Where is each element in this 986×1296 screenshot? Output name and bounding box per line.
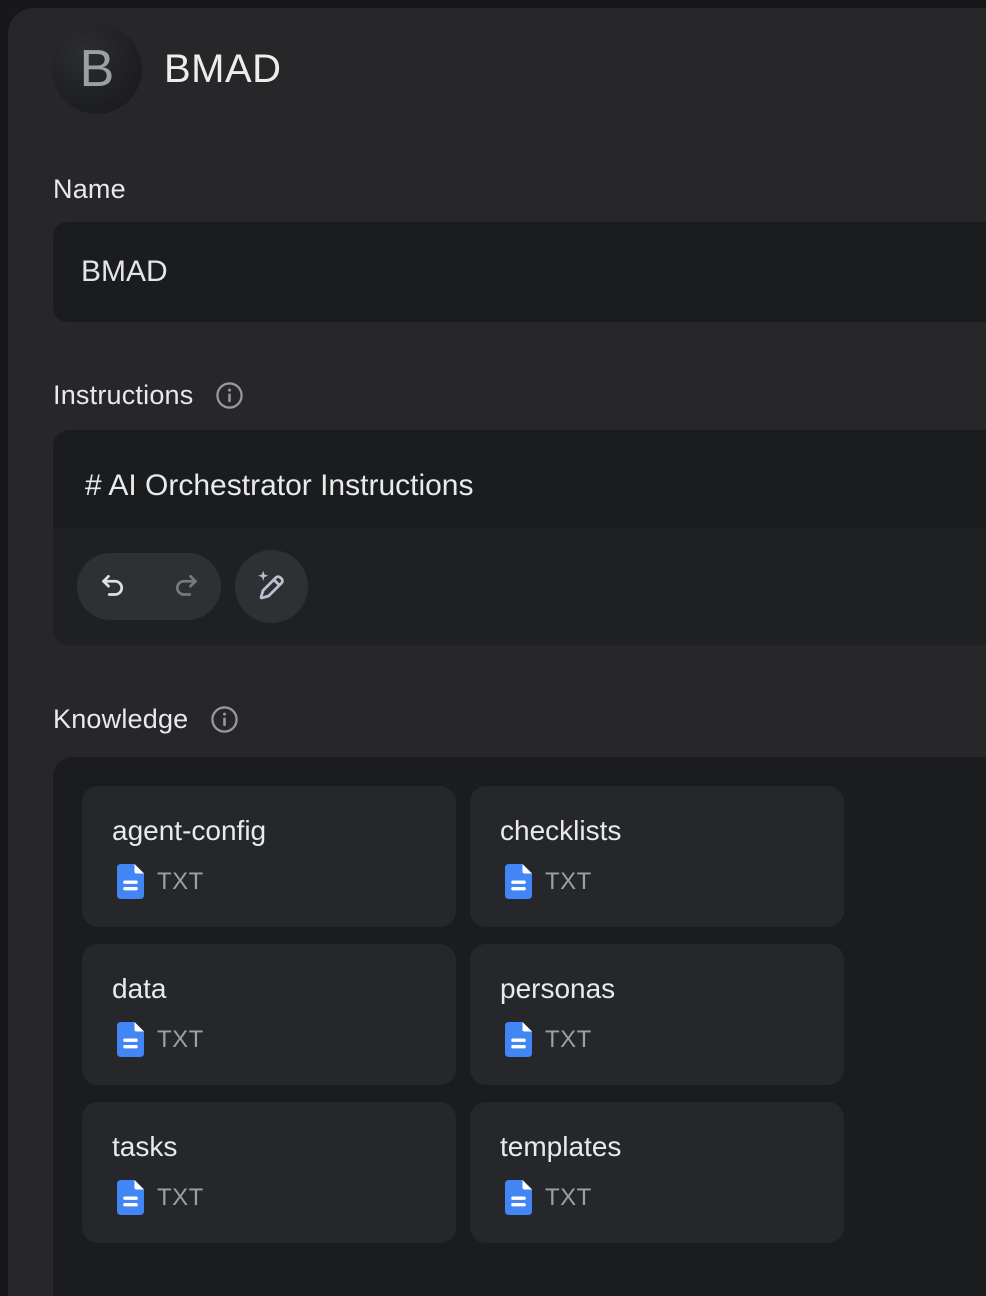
file-type-label: TXT bbox=[157, 1026, 204, 1054]
file-type-chip: TXT bbox=[117, 1180, 432, 1215]
name-input-value: BMAD bbox=[81, 255, 168, 289]
file-type-chip: TXT bbox=[505, 1180, 820, 1215]
sparkle-pencil-icon bbox=[254, 568, 289, 606]
name-label: Name bbox=[53, 174, 126, 205]
undo-button[interactable] bbox=[77, 553, 149, 620]
knowledge-label-row: Knowledge bbox=[53, 702, 239, 736]
knowledge-grid: agent-config TXT checklists bbox=[82, 786, 844, 1243]
document-icon bbox=[117, 1022, 144, 1057]
file-name: personas bbox=[500, 972, 820, 1006]
instructions-text[interactable]: # AI Orchestrator Instructions bbox=[85, 470, 474, 502]
document-icon bbox=[505, 864, 532, 899]
file-type-label: TXT bbox=[545, 1026, 592, 1054]
avatar-letter: B bbox=[80, 43, 115, 95]
file-type-chip: TXT bbox=[117, 864, 432, 899]
undo-redo-pill bbox=[77, 553, 221, 620]
knowledge-file-card[interactable]: agent-config TXT bbox=[82, 786, 456, 927]
instructions-editor[interactable]: # AI Orchestrator Instructions bbox=[53, 430, 986, 645]
name-label-row: Name bbox=[53, 172, 126, 206]
file-type-chip: TXT bbox=[505, 1022, 820, 1057]
instructions-label: Instructions bbox=[53, 380, 193, 411]
file-type-label: TXT bbox=[545, 1184, 592, 1212]
file-name: checklists bbox=[500, 814, 820, 848]
knowledge-panel: agent-config TXT checklists bbox=[53, 757, 986, 1296]
knowledge-file-card[interactable]: checklists TXT bbox=[470, 786, 844, 927]
page-title: BMAD bbox=[164, 24, 282, 114]
magic-rewrite-button[interactable] bbox=[235, 550, 308, 623]
name-input[interactable]: BMAD bbox=[53, 222, 986, 322]
file-name: agent-config bbox=[112, 814, 432, 848]
file-type-chip: TXT bbox=[505, 864, 820, 899]
undo-icon bbox=[98, 570, 129, 604]
instructions-label-row: Instructions bbox=[53, 378, 244, 412]
document-icon bbox=[505, 1022, 532, 1057]
document-icon bbox=[117, 1180, 144, 1215]
knowledge-file-card[interactable]: data TXT bbox=[82, 944, 456, 1085]
gem-editor-page: B BMAD Name BMAD Instructions # AI Orche… bbox=[0, 0, 986, 1296]
document-icon bbox=[505, 1180, 532, 1215]
knowledge-file-card[interactable]: templates TXT bbox=[470, 1102, 844, 1243]
info-icon[interactable] bbox=[215, 381, 244, 410]
document-icon bbox=[117, 864, 144, 899]
knowledge-label: Knowledge bbox=[53, 704, 188, 735]
knowledge-file-card[interactable]: personas TXT bbox=[470, 944, 844, 1085]
avatar: B bbox=[52, 24, 142, 114]
file-type-label: TXT bbox=[157, 868, 204, 896]
file-type-label: TXT bbox=[157, 1184, 204, 1212]
info-icon[interactable] bbox=[210, 705, 239, 734]
redo-button[interactable] bbox=[149, 553, 221, 620]
redo-icon bbox=[170, 570, 201, 604]
file-name: templates bbox=[500, 1130, 820, 1164]
file-type-label: TXT bbox=[545, 868, 592, 896]
file-name: data bbox=[112, 972, 432, 1006]
file-type-chip: TXT bbox=[117, 1022, 432, 1057]
knowledge-file-card[interactable]: tasks TXT bbox=[82, 1102, 456, 1243]
file-name: tasks bbox=[112, 1130, 432, 1164]
